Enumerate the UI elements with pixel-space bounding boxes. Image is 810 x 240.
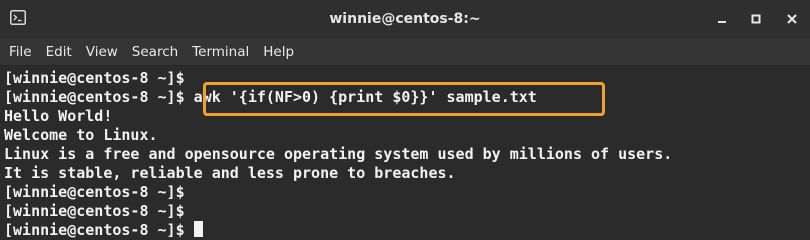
menu-help[interactable]: Help [256,38,301,66]
text-cursor [193,221,203,237]
output-line: Welcome to Linux. [4,126,158,144]
menu-view[interactable]: View [79,38,125,66]
menu-file[interactable]: File [2,38,39,66]
terminal-line: Linux is a free and opensource operating… [4,145,672,164]
menu-search[interactable]: Search [125,38,185,66]
window-title: winnie@centos-8:~ [329,11,481,27]
terminal-line: [winnie@centos-8 ~]$ [4,183,672,202]
terminal-lines: [winnie@centos-8 ~]$ [winnie@centos-8 ~]… [4,69,672,240]
shell-prompt: [winnie@centos-8 ~]$ [4,88,185,106]
title-bar[interactable]: winnie@centos-8:~ [0,0,810,39]
terminal-line: [winnie@centos-8 ~]$ [4,202,672,221]
terminal-line: [winnie@centos-8 ~]$ [4,69,672,88]
terminal-line: It is stable, reliable and less prone to… [4,164,672,183]
terminal-line: [winnie@centos-8 ~]$ [4,221,672,240]
shell-prompt: [winnie@centos-8 ~]$ [4,221,185,239]
output-line: Linux is a free and opensource operating… [4,145,673,163]
awk-command: awk '{if(NF>0) {print $0}}' sample.txt [184,88,537,106]
shell-prompt: [winnie@centos-8 ~]$ [4,202,185,220]
line-text [185,221,194,239]
terminal-output[interactable]: [winnie@centos-8 ~]$ [winnie@centos-8 ~]… [0,67,810,240]
close-icon[interactable] [782,9,802,29]
menu-edit[interactable]: Edit [39,38,79,66]
terminal-line: Welcome to Linux. [4,126,672,145]
terminal-line: Hello World! [4,107,672,126]
shell-prompt: [winnie@centos-8 ~]$ [4,183,185,201]
output-line: It is stable, reliable and less prone to… [4,164,456,182]
terminal-line: [winnie@centos-8 ~]$ awk '{if(NF>0) {pri… [4,88,672,107]
maximize-icon[interactable] [746,9,766,29]
scrollbar[interactable] [800,67,810,240]
output-line: Hello World! [4,107,113,125]
terminal-window: winnie@centos-8:~ File Edit View Search … [0,0,810,240]
menu-terminal[interactable]: Terminal [185,38,256,66]
menu-bar: File Edit View Search Terminal Help [0,38,810,66]
shell-prompt: [winnie@centos-8 ~]$ [4,69,185,87]
minimize-icon[interactable] [712,9,732,29]
